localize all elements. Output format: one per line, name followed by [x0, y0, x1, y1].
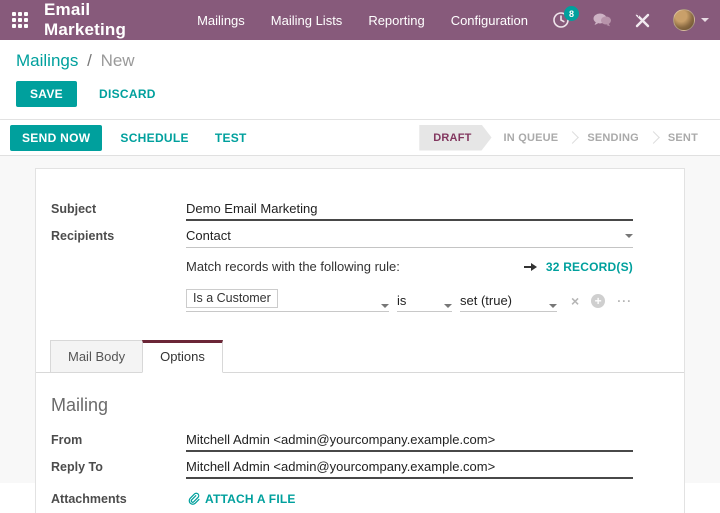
rule-actions: × + ··· — [571, 294, 632, 312]
status-sent[interactable]: SENT — [656, 132, 710, 144]
navbar-systray: 8 — [541, 0, 720, 40]
send-now-button[interactable]: SEND NOW — [10, 125, 102, 151]
top-navbar: Email Marketing Mailings Mailing Lists R… — [0, 0, 720, 40]
reply-to-row: Reply To Mitchell Admin <admin@yourcompa… — [51, 457, 666, 479]
domain-rule: Is a Customer is set (true) × + ··· — [186, 289, 632, 312]
status-draft[interactable]: DRAFT — [419, 125, 491, 151]
reply-to-input[interactable]: Mitchell Admin <admin@yourcompany.exampl… — [186, 457, 633, 479]
status-in-queue[interactable]: IN QUEUE — [492, 132, 571, 144]
breadcrumb-mailings[interactable]: Mailings — [16, 51, 78, 70]
menu-mailing-lists[interactable]: Mailing Lists — [258, 0, 356, 40]
options-panel: Mailing From Mitchell Admin <admin@yourc… — [36, 373, 684, 513]
tools-icon — [634, 12, 651, 29]
app-title: Email Marketing — [44, 0, 126, 40]
status-sending[interactable]: SENDING — [575, 132, 651, 144]
rule-value-value: set (true) — [460, 293, 512, 308]
schedule-button[interactable]: SCHEDULE — [112, 125, 196, 151]
attach-file-label: ATTACH A FILE — [205, 492, 296, 506]
notebook: Mail Body Options Mailing From Mitchell … — [36, 340, 684, 513]
rule-value-select[interactable]: set (true) — [460, 293, 557, 312]
from-label: From — [51, 430, 186, 447]
tab-bar: Mail Body Options — [36, 340, 684, 373]
form-view-background: Subject Demo Email Marketing Recipients … — [0, 156, 720, 483]
apps-grid-icon — [12, 12, 28, 28]
user-menu[interactable] — [662, 0, 720, 40]
discard-button[interactable]: DISCARD — [91, 81, 164, 107]
tab-mail-body[interactable]: Mail Body — [50, 340, 143, 373]
menu-configuration[interactable]: Configuration — [438, 0, 541, 40]
record-count-link[interactable]: 32 RECORD(S) — [546, 260, 633, 274]
attachments-row: Attachments ATTACH A FILE — [51, 489, 666, 511]
tab-options[interactable]: Options — [142, 340, 223, 373]
breadcrumb-separator: / — [87, 51, 92, 70]
add-branch-icon[interactable]: ··· — [617, 295, 632, 307]
mailing-section-title: Mailing — [51, 395, 666, 416]
user-avatar — [673, 9, 695, 31]
domain-rule-row: Is a Customer is set (true) × + ··· — [36, 279, 684, 312]
main-menu: Mailings Mailing Lists Reporting Configu… — [184, 0, 541, 40]
from-input[interactable]: Mitchell Admin <admin@yourcompany.exampl… — [186, 430, 633, 452]
debug-tools-button[interactable] — [623, 0, 662, 40]
breadcrumb: Mailings / New — [16, 51, 704, 71]
domain-intro: Match records with the following rule: 3… — [186, 259, 633, 274]
statusbar: SEND NOW SCHEDULE TEST DRAFT IN QUEUE SE… — [0, 120, 720, 156]
recipients-value: Contact — [186, 228, 231, 243]
form-sheet: Subject Demo Email Marketing Recipients … — [35, 168, 685, 513]
from-row: From Mitchell Admin <admin@yourcompany.e… — [51, 430, 666, 452]
paperclip-icon — [186, 492, 200, 506]
arrow-right-icon — [523, 262, 538, 272]
reply-to-label: Reply To — [51, 457, 186, 474]
messages-button[interactable] — [581, 0, 623, 40]
save-button[interactable]: SAVE — [16, 81, 77, 107]
activities-button[interactable]: 8 — [541, 0, 581, 40]
domain-intro-row: Match records with the following rule: 3… — [36, 253, 684, 274]
status-stepper: DRAFT IN QUEUE SENDING SENT — [419, 125, 710, 151]
recipients-select[interactable]: Contact — [186, 226, 633, 248]
apps-menu-icon[interactable] — [12, 5, 28, 35]
breadcrumb-current: New — [101, 51, 135, 70]
activity-count-badge: 8 — [564, 6, 579, 21]
recipients-row: Recipients Contact — [36, 226, 684, 248]
attachments-field: ATTACH A FILE — [186, 489, 633, 511]
recipients-label: Recipients — [51, 226, 186, 243]
chevron-down-icon — [549, 304, 557, 308]
control-panel: Mailings / New SAVE DISCARD — [0, 40, 720, 120]
test-button[interactable]: TEST — [207, 125, 255, 151]
subject-label: Subject — [51, 199, 186, 216]
rule-field-tag[interactable]: Is a Customer — [186, 289, 278, 308]
attach-file-button[interactable]: ATTACH A FILE — [186, 489, 296, 506]
chat-bubbles-icon — [592, 12, 612, 28]
attachments-label: Attachments — [51, 489, 186, 506]
rule-field-select[interactable]: Is a Customer — [186, 289, 389, 312]
rule-operator-select[interactable]: is — [397, 293, 452, 312]
chevron-down-icon — [381, 304, 389, 308]
domain-spacer — [51, 253, 186, 256]
rule-spacer — [51, 279, 186, 282]
subject-input[interactable]: Demo Email Marketing — [186, 199, 633, 221]
delete-rule-icon[interactable]: × — [571, 294, 579, 308]
form-buttons: SAVE DISCARD — [16, 81, 704, 107]
chevron-down-icon — [701, 18, 709, 22]
menu-mailings[interactable]: Mailings — [184, 0, 258, 40]
menu-reporting[interactable]: Reporting — [355, 0, 437, 40]
chevron-down-icon — [625, 234, 633, 238]
add-rule-icon[interactable]: + — [591, 294, 605, 308]
domain-intro-text: Match records with the following rule: — [186, 259, 400, 274]
rule-operator-value: is — [397, 293, 406, 308]
chevron-down-icon — [444, 304, 452, 308]
record-count-wrap: 32 RECORD(S) — [523, 260, 633, 274]
subject-row: Subject Demo Email Marketing — [36, 199, 684, 221]
